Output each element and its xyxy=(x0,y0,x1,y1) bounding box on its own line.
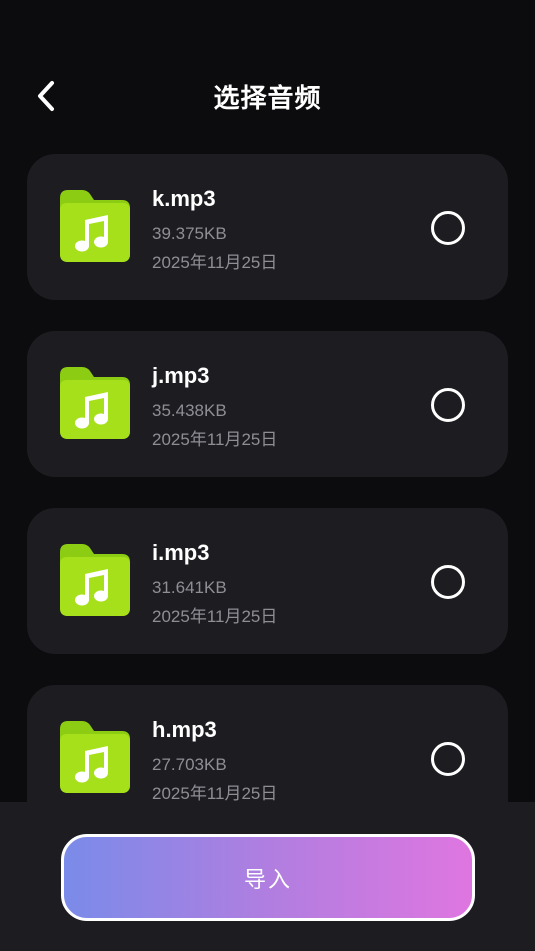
audio-file-list: k.mp3 39.375KB 2025年11月25日 j.mp3 35.438K… xyxy=(27,154,508,862)
file-name: i.mp3 xyxy=(152,540,210,565)
audio-file-item[interactable]: k.mp3 39.375KB 2025年11月25日 xyxy=(27,154,508,300)
select-radio[interactable] xyxy=(431,388,465,422)
music-folder-icon xyxy=(60,367,130,439)
file-name: j.mp3 xyxy=(152,363,210,388)
file-date: 2025年11月25日 xyxy=(152,607,278,626)
footer-bar: 导入 xyxy=(0,802,535,951)
audio-file-item[interactable]: i.mp3 31.641KB 2025年11月25日 xyxy=(27,508,508,654)
music-folder-icon xyxy=(60,190,130,262)
import-button[interactable]: 导入 xyxy=(61,834,475,921)
file-date: 2025年11月25日 xyxy=(152,430,278,449)
header: 选择音频 xyxy=(0,60,535,130)
import-button-label: 导入 xyxy=(243,867,292,893)
audio-file-item[interactable]: j.mp3 35.438KB 2025年11月25日 xyxy=(27,331,508,477)
file-name: k.mp3 xyxy=(152,186,216,211)
page-title: 选择音频 xyxy=(213,84,322,114)
select-radio[interactable] xyxy=(431,742,465,776)
select-radio[interactable] xyxy=(431,211,465,245)
file-date: 2025年11月25日 xyxy=(152,784,278,803)
file-size: 39.375KB xyxy=(152,224,227,243)
select-audio-screen: 选择音频 k.mp3 39.375KB 2025年11月25日 j.mp3 35… xyxy=(0,0,535,951)
file-size: 31.641KB xyxy=(152,578,227,597)
file-size: 27.703KB xyxy=(152,755,227,774)
file-date: 2025年11月25日 xyxy=(152,253,278,272)
file-size: 35.438KB xyxy=(152,401,227,420)
file-name: h.mp3 xyxy=(152,717,217,742)
music-folder-icon xyxy=(60,721,130,793)
select-radio[interactable] xyxy=(431,565,465,599)
music-folder-icon xyxy=(60,544,130,616)
